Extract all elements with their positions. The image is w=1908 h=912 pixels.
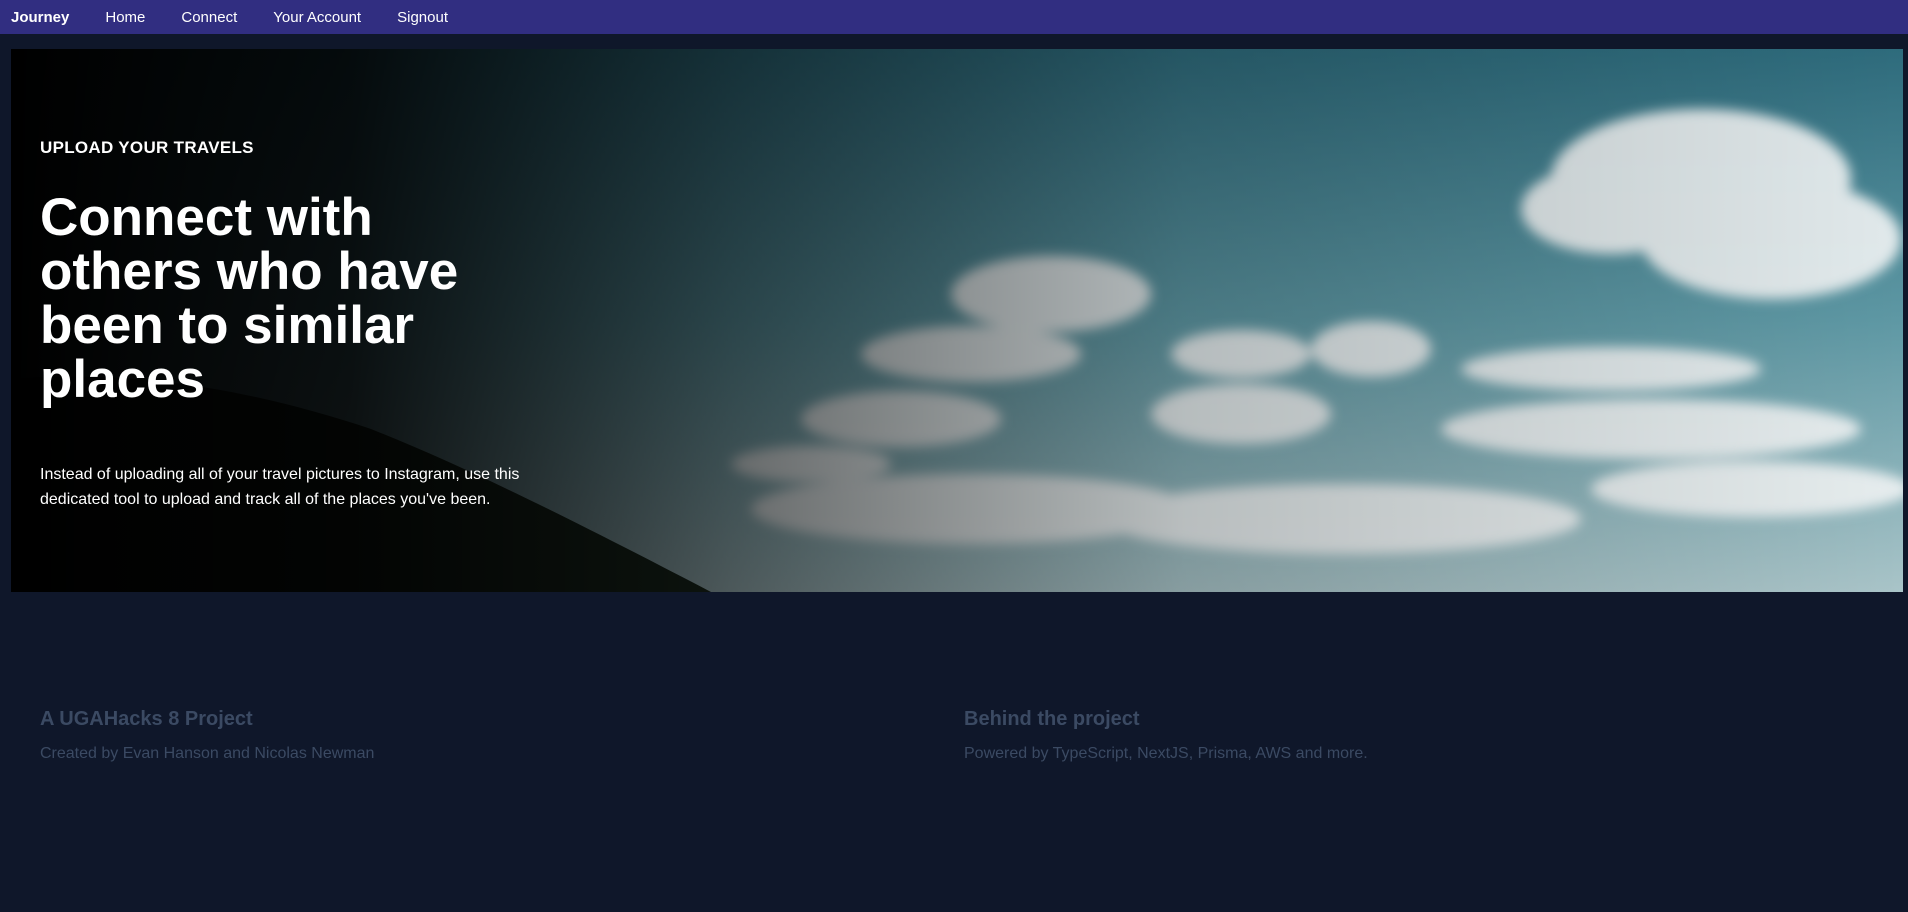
hero-banner: UPLOAD YOUR TRAVELS Connect with others … [11, 49, 1903, 592]
nav-link-home[interactable]: Home [105, 9, 145, 26]
behind-project-block: Behind the project Powered by TypeScript… [964, 708, 1368, 763]
nav-link-connect[interactable]: Connect [181, 9, 237, 26]
nav-link-your-account[interactable]: Your Account [273, 9, 361, 26]
behind-project-title: Behind the project [964, 708, 1140, 730]
project-info-title: A UGAHacks 8 Project [40, 708, 253, 730]
top-navbar: Journey Home Connect Your Account Signou… [0, 0, 1908, 34]
nav-link-signout[interactable]: Signout [397, 9, 448, 26]
behind-project-text: Powered by TypeScript, NextJS, Prisma, A… [964, 745, 1368, 762]
brand-logo-link[interactable]: Journey [11, 9, 69, 26]
project-info-text: Created by Evan Hanson and Nicolas Newma… [40, 745, 375, 762]
project-info-block: A UGAHacks 8 Project Created by Evan Han… [40, 708, 374, 763]
hero-content: UPLOAD YOUR TRAVELS Connect with others … [40, 138, 600, 512]
hero-eyebrow: UPLOAD YOUR TRAVELS [40, 138, 254, 157]
hero-description: Instead of uploading all of your travel … [40, 466, 520, 508]
hero-title: Connect with others who have been to sim… [40, 188, 459, 409]
